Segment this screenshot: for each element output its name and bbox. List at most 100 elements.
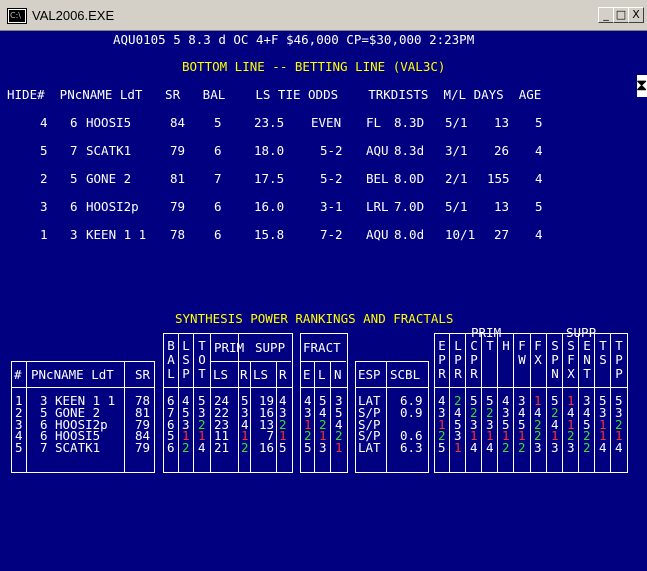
divider [546, 333, 547, 472]
synth-row-supp-rank: 3 [567, 440, 575, 456]
minimize-button[interactable]: _ [598, 7, 614, 23]
betting-header: HIDE# PNcNAME LdT SR BAL LS TIE ODDS TRK… [7, 87, 542, 102]
synth-row-supp-rank: 4 [599, 440, 607, 456]
betting-cell-ls: 18.0 [254, 143, 285, 158]
synth-row-e: 5 [304, 440, 312, 456]
synth-row-supp-rank: 2 [583, 440, 591, 456]
synth-row-n: 1 [335, 440, 343, 456]
col-header-esp: ESP [358, 367, 381, 382]
betting-cell-age: 5 [535, 115, 543, 130]
col-header-name: PNcNAME LdT [31, 367, 114, 382]
betting-cell-sr: 84 [170, 115, 186, 130]
col-header-supp: SUPP [255, 340, 286, 355]
synth-row-prim-rank: 4 [486, 440, 494, 456]
betting-cell-odds: EVEN [311, 115, 342, 130]
betting-cell-days: 13 [494, 115, 510, 130]
col-header-lsp: LSP [182, 338, 190, 381]
betting-cell-sr: 79 [170, 199, 186, 214]
betting-cell-ml: 10/1 [445, 227, 476, 242]
betting-cell-hide: 1 [40, 227, 48, 242]
window-title: VAL2006.EXE [32, 8, 115, 23]
divider [11, 387, 154, 388]
console-icon[interactable]: C:\ [8, 9, 26, 23]
divider [163, 387, 292, 388]
divider [210, 333, 211, 472]
divider [314, 361, 315, 472]
betting-cell-trk: LRL [366, 199, 389, 214]
synth-row-prim-ls: 21 [214, 440, 230, 456]
betting-cell-ml: 2/1 [445, 171, 468, 186]
divider [250, 361, 251, 472]
col-header-hash: # [14, 367, 22, 382]
betting-cell-odds: 5-2 [320, 143, 343, 158]
divider [178, 333, 179, 472]
col-header-rank: CPR [470, 338, 478, 381]
divider [124, 361, 125, 472]
synth-row-supp-rank: 3 [551, 440, 559, 456]
synthesis-title: SYNTHESIS POWER RANKINGS AND FRACTALS [175, 311, 454, 326]
betting-cell-name: KEEN 1 1 [86, 227, 147, 242]
betting-cell-days: 155 [487, 171, 510, 186]
betting-cell-trk: AQU [366, 143, 389, 158]
synth-row-prim-rank: 4 [470, 440, 478, 456]
divider [300, 361, 346, 362]
synth-row-tot: 4 [198, 440, 206, 456]
synth-row-bal: 6 [167, 440, 175, 456]
betting-cell-odds: 3-1 [320, 199, 343, 214]
window-titlebar[interactable]: C:\ VAL2006.EXE _ □ X [0, 0, 647, 31]
synth-row-num: 5 [15, 440, 23, 456]
betting-cell-name: HOOSI2p [86, 199, 139, 214]
betting-cell-bal: 7 [214, 171, 222, 186]
synth-row-scbl: 0.9 [400, 404, 423, 420]
betting-cell-age: 4 [535, 227, 543, 242]
betting-cell-age: 5 [535, 199, 543, 214]
betting-cell-dist: 8.0D [394, 171, 425, 186]
col-header-fract: FRACT [303, 340, 341, 355]
divider [276, 361, 277, 472]
synth-row-prim-rank: 2 [502, 440, 510, 456]
col-header-supp-r: R [279, 367, 287, 382]
betting-cell-hide: 5 [40, 143, 48, 158]
divider [386, 361, 387, 472]
col-header-e: E [303, 367, 311, 382]
col-header-rank: SFX [567, 338, 575, 381]
synth-row-name: SCATK1 [55, 440, 101, 456]
divider [355, 387, 428, 388]
hourglass-icon [636, 75, 647, 97]
col-header-supp-ls: LS [253, 367, 269, 382]
betting-cell-days: 27 [494, 227, 510, 242]
col-header-n: N [334, 367, 342, 382]
betting-cell-ls: 17.5 [254, 171, 285, 186]
divider [330, 361, 331, 472]
col-header-l: L [318, 367, 326, 382]
maximize-button[interactable]: □ [613, 7, 629, 23]
col-header-scbl: SCBL [390, 367, 421, 382]
col-header-rank: T [486, 338, 494, 353]
col-header-rank: TS [599, 338, 607, 367]
col-header-rank: TPP [615, 338, 623, 381]
divider [481, 333, 482, 472]
synth-row-prim-rank: 5 [438, 440, 446, 456]
col-header-tot: TOT [198, 338, 206, 381]
divider [449, 333, 450, 472]
synth-row-sr: 79 [135, 440, 151, 456]
betting-cell-bal: 6 [214, 227, 222, 242]
col-header-rank: EPR [438, 338, 446, 381]
col-header-rank: ENT [583, 338, 591, 381]
betting-cell-pn: 6 [70, 115, 78, 130]
synth-row-prim-r: 2 [241, 440, 249, 456]
betting-cell-hide: 2 [40, 171, 48, 186]
col-header-rank: SPN [551, 338, 559, 381]
divider [513, 333, 514, 472]
synth-row-supp-rank: 4 [615, 440, 623, 456]
divider [594, 333, 595, 472]
bottom-line-title: BOTTOM LINE -- BETTING LINE (VAL3C) [182, 59, 446, 74]
betting-cell-trk: FL [366, 115, 382, 130]
betting-cell-trk: BEL [366, 171, 389, 186]
divider [562, 333, 563, 472]
betting-cell-ml: 5/1 [445, 115, 468, 130]
betting-cell-ml: 3/1 [445, 143, 468, 158]
close-button[interactable]: X [628, 7, 644, 23]
col-header-rank: LPR [454, 338, 462, 381]
col-header-bal: BAL [167, 338, 175, 381]
